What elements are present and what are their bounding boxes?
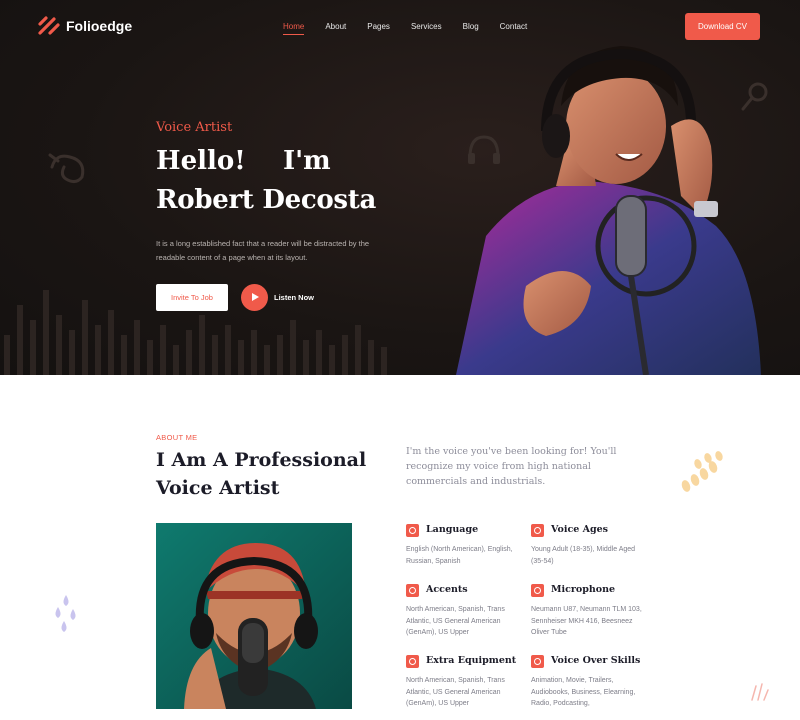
equalizer-bar <box>238 340 244 375</box>
equalizer-bar <box>43 290 49 375</box>
equalizer-bar <box>290 320 296 375</box>
microphone-icon <box>531 584 544 597</box>
fingerprint-decoration-icon <box>681 451 723 492</box>
equalizer-bar <box>121 335 127 375</box>
about-voice-artist-photo <box>156 523 352 709</box>
play-button-icon[interactable] <box>241 284 268 311</box>
equalizer-bar <box>225 325 231 375</box>
spec-text: Neumann U87, Neumann TLM 103, Sennheiser… <box>531 606 642 636</box>
equalizer-bar <box>303 340 309 375</box>
nav-link-home[interactable]: Home <box>283 22 305 35</box>
logo-text: Folioedge <box>66 18 133 34</box>
spec-text: Young Adult (18-35), Middle Aged (35-54) <box>531 546 636 565</box>
equalizer-bar <box>82 300 88 375</box>
equalizer-bar <box>173 345 179 375</box>
hero-intro: It is a long established fact that a rea… <box>156 239 370 262</box>
spec-text: English (North American), English, Russi… <box>406 546 513 565</box>
nav-link-contact[interactable]: Contact <box>500 22 528 35</box>
equalizer-bar <box>160 325 166 375</box>
about-lead: I'm the voice you've been looking for! Y… <box>406 446 617 487</box>
equalizer-bar <box>342 335 348 375</box>
pen-decoration-icon <box>48 153 85 184</box>
equalizer-bar <box>56 315 62 375</box>
equalizer-bar <box>108 310 114 375</box>
spec-title: Accents <box>426 584 468 595</box>
spec-text: Animation, Movie, Trailers, Audiobooks, … <box>531 677 636 707</box>
about-section-label: ABOUT ME <box>156 433 198 442</box>
spark-decoration-icon <box>751 683 769 701</box>
invite-to-job-button[interactable]: Invite To Job <box>156 284 228 311</box>
equalizer-bar <box>264 345 270 375</box>
equalizer-bar <box>186 330 192 375</box>
equalizer-bar <box>30 320 36 375</box>
equalizer-bar <box>277 335 283 375</box>
equalizer-bar <box>212 335 218 375</box>
language-icon <box>406 524 419 537</box>
accents-icon <box>406 584 419 597</box>
hero-section: Folioedge Home About Pages Services Blog… <box>0 0 800 375</box>
equalizer-bar <box>69 330 75 375</box>
hero-name: Robert Decosta <box>156 185 376 215</box>
logo[interactable]: Folioedge <box>38 16 132 36</box>
equalizer-bar <box>147 340 153 375</box>
spec-text: North American, Spanish, Trans Atlantic,… <box>406 606 505 636</box>
about-title: I Am A Professional Voice Artist <box>156 449 367 499</box>
spec-title: Extra Equipment <box>426 655 517 666</box>
hero-hello: Hello! <box>156 146 246 176</box>
equalizer-bar <box>329 345 335 375</box>
nav-link-blog[interactable]: Blog <box>463 22 479 35</box>
logo-mark-icon <box>38 16 60 35</box>
equalizer-bar <box>251 330 257 375</box>
equalizer-bar <box>17 305 23 375</box>
equalizer-bar <box>368 340 374 375</box>
spec-text: North American, Spanish, Trans Atlantic,… <box>406 677 505 707</box>
nav-link-about[interactable]: About <box>325 22 346 35</box>
skills-icon <box>531 655 544 668</box>
equalizer-bar <box>4 335 10 375</box>
spec-title: Microphone <box>551 584 616 595</box>
voice-ages-icon <box>531 524 544 537</box>
nav-link-services[interactable]: Services <box>411 22 442 35</box>
hero-voice-artist-photo <box>456 46 761 375</box>
spec-title: Voice Over Skills <box>551 655 641 666</box>
spec-title: Voice Ages <box>551 524 608 535</box>
equalizer-bar <box>95 325 101 375</box>
equalizer-bar <box>316 330 322 375</box>
equalizer-bar <box>199 315 205 375</box>
equipment-icon <box>406 655 419 668</box>
equalizer-bar <box>381 347 387 375</box>
spec-title: Language <box>426 524 479 535</box>
main-nav: Home About Pages Services Blog Contact <box>283 22 527 35</box>
equalizer-bar <box>134 320 140 375</box>
hero-role: Voice Artist <box>156 120 233 135</box>
nav-link-pages[interactable]: Pages <box>367 22 390 35</box>
equalizer-bar <box>355 325 361 375</box>
hero-im: I'm <box>283 146 331 176</box>
listen-now-link[interactable]: Listen Now <box>274 293 314 302</box>
drops-decoration-icon <box>55 595 76 632</box>
